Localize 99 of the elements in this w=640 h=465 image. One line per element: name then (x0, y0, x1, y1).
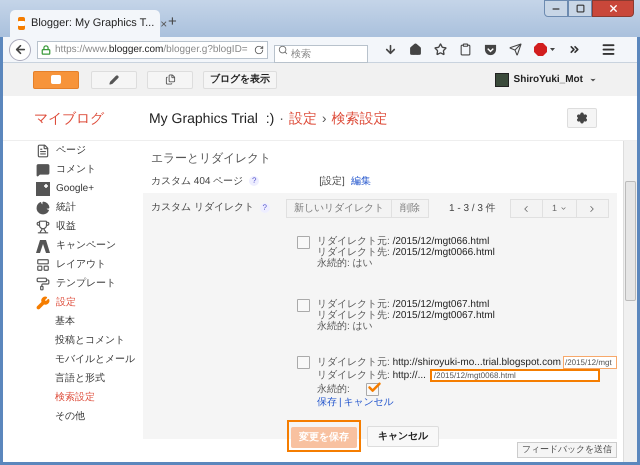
layout-icon (36, 258, 50, 272)
tab-close-button[interactable]: × (160, 14, 168, 32)
redirect-to: リダイレクト先: http://... (317, 370, 426, 381)
plus-square-icon (36, 182, 50, 196)
redirect-from: リダイレクト元: /2015/12/mgt067.html (317, 299, 490, 310)
redirect-from: リダイレクト元: /2015/12/mgt066.html (317, 236, 490, 247)
search-field[interactable]: 検索 (274, 45, 368, 63)
help-icon[interactable]: ? (249, 176, 260, 186)
wrench-icon (36, 296, 50, 310)
checkbox[interactable] (297, 236, 310, 249)
sidebar-item[interactable]: キャンペーン (36, 236, 143, 255)
star-icon[interactable] (434, 43, 447, 56)
breadcrumb-link[interactable]: 設定 (288, 108, 317, 128)
blog-title: My Graphics Trial :) (149, 108, 274, 128)
menu-icon[interactable] (601, 42, 616, 57)
caret-icon (560, 205, 567, 212)
trophy-icon (36, 220, 50, 234)
close-icon (608, 3, 618, 14)
reload-icon (254, 44, 264, 54)
sidebar-item[interactable]: テンプレート (36, 274, 143, 293)
target-path-field[interactable]: /2015/12/mgt0068.html (430, 369, 600, 382)
new-tab-button[interactable]: + (168, 10, 177, 33)
field-value: [設定] (319, 174, 345, 188)
sidebar-subitem[interactable]: 検索設定 (36, 388, 143, 407)
back-button[interactable] (9, 38, 31, 60)
url-field[interactable]: https://www.blogger.com/blogger.g?blogID= (37, 40, 268, 58)
pencil-icon (109, 74, 119, 84)
checkbox[interactable] (297, 356, 310, 369)
save-link[interactable]: 保存 (317, 397, 337, 408)
sidebar-subitem[interactable]: 基本 (36, 312, 143, 331)
stop-sign-icon[interactable] (534, 43, 556, 56)
pie-chart-icon (36, 200, 50, 214)
view-blog-button[interactable]: ブログを表示 (203, 70, 277, 88)
delete-button[interactable]: 削除 (392, 199, 429, 218)
link-separator: | (339, 397, 342, 408)
home-icon[interactable] (409, 43, 422, 56)
paint-roller-icon (36, 276, 50, 290)
maximize-icon (576, 4, 584, 13)
user-name[interactable]: ShiroYuki_Mot (514, 72, 583, 87)
source-path-field[interactable]: /2015/12/mgt (562, 356, 617, 369)
close-window-button[interactable] (592, 0, 634, 17)
field-label: カスタム 404 ページ (151, 174, 244, 188)
scrollbar[interactable] (623, 141, 637, 462)
my-blogs-link[interactable]: マイブログ (34, 108, 149, 128)
new-post-button[interactable] (91, 70, 137, 88)
settings-button[interactable] (567, 108, 597, 128)
page-select[interactable]: 1 (542, 199, 576, 218)
send-icon[interactable] (509, 43, 522, 56)
sidebar-item[interactable]: 統計 (36, 198, 143, 217)
pages-icon (164, 74, 176, 85)
redirect-from: リダイレクト元: http://shiroyuki-mo...trial.blogspot.com (317, 357, 561, 368)
avatar[interactable] (494, 72, 509, 86)
redirect-to: リダイレクト先: /2015/12/mgt0066.html (317, 247, 495, 258)
page-icon (36, 144, 50, 158)
url-text: https://www.blogger.com/blogger.g?blogID= (55, 43, 249, 57)
sidebar-item[interactable]: Google+ (36, 179, 143, 198)
field-label: カスタム リダイレクト ? (151, 200, 276, 215)
sidebar-item[interactable]: ページ (36, 141, 143, 160)
blogger-button[interactable] (33, 70, 79, 88)
clipboard-icon[interactable] (459, 43, 472, 56)
pages-button[interactable] (147, 70, 193, 88)
checkbox[interactable] (297, 299, 310, 312)
feedback-button[interactable]: フィードバックを送信 (516, 442, 617, 458)
permanent-value: 永続的: はい (317, 321, 374, 332)
tab-title: Blogger: My Graphics T... (31, 16, 154, 32)
sidebar-subitem[interactable]: その他 (36, 407, 143, 426)
download-icon[interactable] (384, 43, 397, 56)
edit-link[interactable]: 編集 (350, 174, 371, 188)
lock-icon (41, 44, 51, 54)
back-arrow-icon (14, 43, 26, 56)
a-shape-icon (36, 238, 50, 252)
permanent-value: 永続的: はい (317, 258, 374, 269)
sidebar-item[interactable]: レイアウト (36, 255, 143, 274)
search-icon (278, 44, 288, 54)
checkbox[interactable] (366, 383, 379, 396)
maximize-button[interactable] (568, 0, 592, 17)
cancel-link[interactable]: キャンセル (344, 397, 394, 408)
new-redirect-button[interactable]: 新しいリダイレクト (286, 199, 392, 218)
sidebar-item[interactable]: 収益 (36, 217, 143, 236)
breadcrumb-arrow: › (322, 108, 327, 128)
result-count: 1 - 3 / 3 件 (449, 202, 496, 216)
blogger-logo-icon (18, 17, 25, 30)
sidebar-item[interactable]: 設定 (36, 293, 143, 312)
redirect-to: リダイレクト先: /2015/12/mgt0067.html (317, 310, 495, 321)
speech-bubble-icon (36, 162, 50, 176)
sidebar-subitem[interactable]: 投稿とコメント (36, 331, 143, 350)
breadcrumb-current: 検索設定 (332, 108, 388, 128)
section-title: エラーとリダイレクト (150, 150, 272, 167)
breadcrumb-separator: · (279, 108, 284, 128)
settings-icon (576, 112, 588, 124)
shield-icon[interactable] (484, 43, 497, 56)
sidebar-subitem[interactable]: モバイルとメール (36, 350, 143, 369)
blogger-logo-icon (51, 75, 61, 84)
sidebar-item[interactable]: コメント (36, 160, 143, 179)
sidebar-subitem[interactable]: 言語と形式 (36, 369, 143, 388)
cancel-button[interactable]: キャンセル (367, 426, 439, 446)
permanent-label: 永続的: (317, 384, 350, 395)
help-icon[interactable]: ? (260, 203, 270, 213)
overflow-icon[interactable] (568, 43, 581, 56)
